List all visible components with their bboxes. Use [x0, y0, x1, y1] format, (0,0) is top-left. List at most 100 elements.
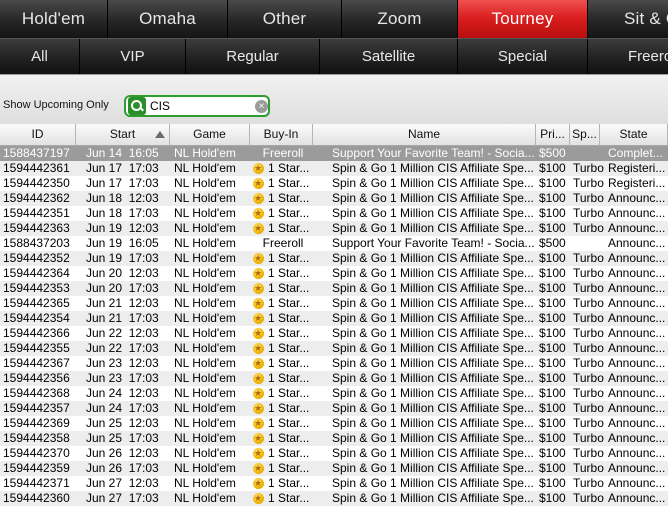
table-row[interactable]: 1594442366 Jun 22 12:03 NL Hold'em 1 Star..… [0, 326, 668, 341]
cell-name: Spin & Go 1 Million CIS Affiliate Spe... [332, 401, 534, 415]
cell-id: 1594442363 [3, 221, 70, 235]
tab-tourney[interactable]: Tourney [458, 0, 588, 38]
table-row[interactable]: 1594442351 Jun 18 17:03 NL Hold'em 1 Star..… [0, 206, 668, 221]
cell-prize: $100 [539, 356, 566, 370]
cell-buyin: 1 Star... [253, 266, 313, 281]
table-row[interactable]: 1594442353 Jun 20 17:03 NL Hold'em 1 Star..… [0, 281, 668, 296]
cell-id: 1594442352 [3, 251, 70, 265]
column-header-state[interactable]: State [600, 124, 668, 146]
table-row[interactable]: 1588437197 Jun 14 16:05 NL Hold'em Freeroll… [0, 146, 668, 161]
cell-prize: $100 [539, 416, 566, 430]
table-row[interactable]: 1594442359 Jun 26 17:03 NL Hold'em 1 Star..… [0, 461, 668, 476]
subtab-all[interactable]: All [0, 39, 80, 74]
table-row[interactable]: 1594442370 Jun 26 12:03 NL Hold'em 1 Star..… [0, 446, 668, 461]
cell-name: Spin & Go 1 Million CIS Affiliate Spe... [332, 356, 534, 370]
cell-start: Jun 25 12:03 [86, 416, 159, 430]
column-header-name[interactable]: Name [313, 124, 536, 146]
cell-buyin-label: 1 Star... [268, 251, 310, 265]
table-row[interactable]: 1594442352 Jun 19 17:03 NL Hold'em 1 Star..… [0, 251, 668, 266]
cell-buyin-label: 1 Star... [268, 401, 310, 415]
cell-state: Announc... [608, 371, 666, 385]
cell-state: Announc... [608, 191, 666, 205]
table-row[interactable]: 1588437203 Jun 19 16:05 NL Hold'em Freeroll… [0, 236, 668, 251]
cell-game: NL Hold'em [174, 461, 236, 475]
table-row[interactable]: 1594442363 Jun 19 12:03 NL Hold'em 1 Star..… [0, 221, 668, 236]
cell-start: Jun 17 17:03 [86, 176, 159, 190]
cell-prize: $100 [539, 371, 566, 385]
cell-state: Announc... [608, 236, 666, 250]
column-header-prize[interactable]: Pri... [536, 124, 570, 146]
table-row[interactable]: 1594442356 Jun 23 17:03 NL Hold'em 1 Star..… [0, 371, 668, 386]
subtab-special[interactable]: Special [458, 39, 588, 74]
cell-name: Spin & Go 1 Million CIS Affiliate Spe... [332, 326, 534, 340]
search-icon[interactable] [128, 97, 146, 115]
cell-id: 1594442369 [3, 416, 70, 430]
star-coin-icon [253, 251, 264, 266]
tab-omaha[interactable]: Omaha [108, 0, 228, 38]
cell-id: 1594442371 [3, 476, 70, 490]
cell-id: 1594442356 [3, 371, 70, 385]
table-row[interactable]: 1594442371 Jun 27 12:03 NL Hold'em 1 Star..… [0, 476, 668, 491]
cell-buyin: 1 Star... [253, 401, 313, 416]
cell-prize: $100 [539, 386, 566, 400]
cell-prize: $100 [539, 251, 566, 265]
cell-start: Jun 20 12:03 [86, 266, 159, 280]
tab-zoom[interactable]: Zoom [342, 0, 458, 38]
table-row[interactable]: 1594442367 Jun 23 12:03 NL Hold'em 1 Star..… [0, 356, 668, 371]
star-coin-icon [253, 356, 264, 371]
show-upcoming-only-label[interactable]: Show Upcoming Only [3, 99, 109, 111]
cell-state: Announc... [608, 206, 666, 220]
subtab-satellite[interactable]: Satellite [320, 39, 458, 74]
cell-buyin-label: 1 Star... [268, 341, 310, 355]
clear-icon[interactable]: × [255, 99, 268, 113]
cell-buyin: 1 Star... [253, 296, 313, 311]
cell-state: Announc... [608, 296, 666, 310]
tab-sit-and-go[interactable]: Sit & Go [588, 0, 668, 38]
tournament-table: ID Start Game Buy-In Name Pri... Sp... S… [0, 124, 668, 508]
tab-holdem[interactable]: Hold'em [0, 0, 108, 38]
table-row[interactable]: 1594442364 Jun 20 12:03 NL Hold'em 1 Star..… [0, 266, 668, 281]
search-input[interactable] [150, 99, 254, 113]
cell-buyin-label: 1 Star... [268, 491, 310, 505]
cell-name: Spin & Go 1 Million CIS Affiliate Spe... [332, 221, 534, 235]
star-coin-icon [253, 446, 264, 461]
column-header-speed[interactable]: Sp... [570, 124, 600, 146]
cell-speed: Turbo [573, 296, 604, 310]
star-coin-icon [253, 386, 264, 401]
column-header-id[interactable]: ID [0, 124, 76, 146]
cell-id: 1594442350 [3, 176, 70, 190]
cell-buyin-label: 1 Star... [268, 476, 310, 490]
cell-name: Spin & Go 1 Million CIS Affiliate Spe... [332, 296, 534, 310]
table-row[interactable]: 1594442365 Jun 21 12:03 NL Hold'em 1 Star..… [0, 296, 668, 311]
table-row[interactable]: 1594442354 Jun 21 17:03 NL Hold'em 1 Star..… [0, 311, 668, 326]
table-row[interactable]: 1594442355 Jun 22 17:03 NL Hold'em 1 Star..… [0, 341, 668, 356]
cell-buyin-label: 1 Star... [268, 356, 310, 370]
tab-other[interactable]: Other [228, 0, 342, 38]
subtab-vip[interactable]: VIP [80, 39, 186, 74]
column-header-buyin[interactable]: Buy-In [250, 124, 313, 146]
cell-state: Announc... [608, 476, 666, 490]
table-row[interactable]: 1594442350 Jun 17 17:03 NL Hold'em 1 Star..… [0, 176, 668, 191]
cell-start: Jun 22 12:03 [86, 326, 159, 340]
table-row[interactable]: 1594442361 Jun 17 17:03 NL Hold'em 1 Star..… [0, 161, 668, 176]
cell-prize: $100 [539, 296, 566, 310]
table-row[interactable]: 1594442368 Jun 24 12:03 NL Hold'em 1 Star..… [0, 386, 668, 401]
table-row[interactable]: 1594442358 Jun 25 17:03 NL Hold'em 1 Star..… [0, 431, 668, 446]
table-row[interactable]: 1594442357 Jun 24 17:03 NL Hold'em 1 Star..… [0, 401, 668, 416]
cell-buyin: 1 Star... [253, 161, 313, 176]
cell-prize: $100 [539, 191, 566, 205]
cell-id: 1594442367 [3, 356, 70, 370]
cell-speed: Turbo [573, 251, 604, 265]
subtab-freeroll[interactable]: Freeroll [588, 39, 668, 74]
cell-state: Registeri... [608, 161, 666, 175]
table-row[interactable]: 1594442360 Jun 27 17:03 NL Hold'em 1 Star..… [0, 491, 668, 506]
cell-buyin: 1 Star... [253, 386, 313, 401]
column-header-game[interactable]: Game [170, 124, 250, 146]
subtab-regular[interactable]: Regular [186, 39, 320, 74]
table-row[interactable]: 1594442362 Jun 18 12:03 NL Hold'em 1 Star..… [0, 191, 668, 206]
cell-buyin: Freeroll [253, 236, 313, 251]
cell-start: Jun 18 12:03 [86, 191, 159, 205]
column-header-start[interactable]: Start [76, 124, 170, 146]
cell-name: Spin & Go 1 Million CIS Affiliate Spe... [332, 461, 534, 475]
table-row[interactable]: 1594442369 Jun 25 12:03 NL Hold'em 1 Star..… [0, 416, 668, 431]
